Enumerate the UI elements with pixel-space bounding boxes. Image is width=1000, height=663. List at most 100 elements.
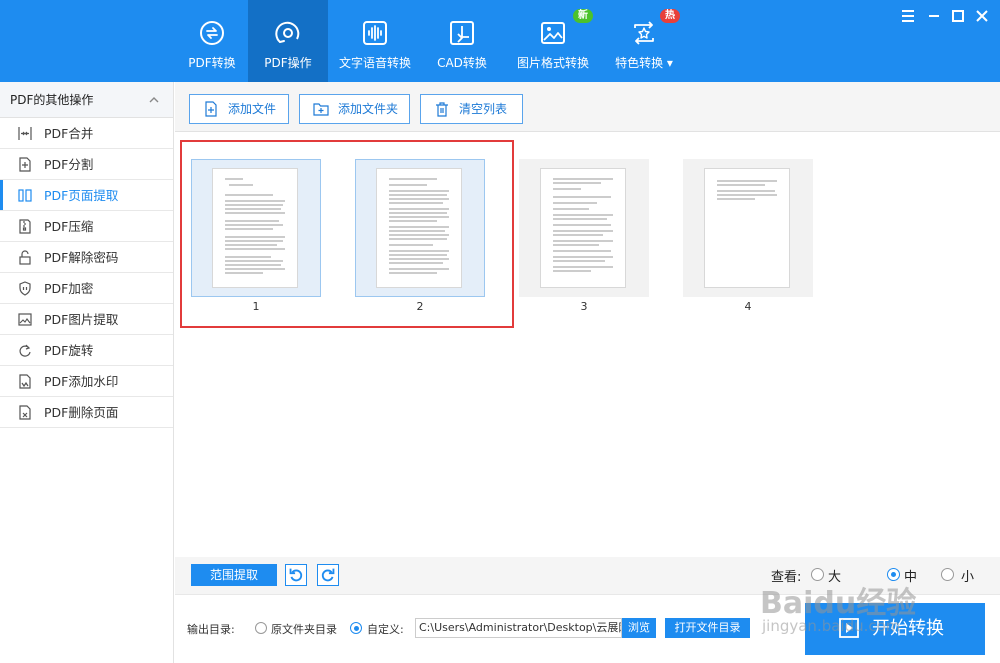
audio-wave-icon	[363, 21, 387, 45]
caret-down-icon: ▾	[666, 56, 673, 70]
unlock-icon	[19, 250, 31, 265]
compress-icon	[19, 219, 31, 234]
hot-badge: 热	[660, 9, 680, 23]
add-file-button[interactable]: 添加文件	[189, 94, 289, 124]
page-preview	[540, 168, 626, 288]
view-medium-label: 中	[904, 570, 918, 585]
split-icon	[19, 157, 31, 172]
tab-text-speech[interactable]: 文字语音转换	[337, 0, 413, 82]
sidebar-item-pdf-delete-page[interactable]: PDF删除页面	[0, 397, 173, 428]
watermark-icon	[19, 374, 31, 389]
view-small-radio[interactable]	[941, 568, 954, 581]
sidebar-item-label: PDF页面提取	[44, 188, 119, 203]
sidebar-item-label: PDF旋转	[44, 343, 94, 358]
sidebar-header[interactable]: PDF的其他操作	[0, 82, 173, 118]
sidebar-item-pdf-encrypt[interactable]: PDF加密	[0, 273, 173, 304]
sidebar-item-label: PDF压缩	[44, 219, 94, 234]
image-extract-icon	[18, 313, 32, 326]
tab-pdf-operations[interactable]: PDF操作	[248, 0, 328, 82]
page-text-lines	[717, 180, 777, 200]
delete-page-icon	[19, 405, 31, 420]
source-folder-radio[interactable]	[255, 622, 267, 634]
merge-icon	[18, 127, 32, 140]
tab-label: 特色转换 ▾	[615, 56, 673, 70]
sidebar-item-label: PDF删除页面	[44, 405, 119, 420]
page-number: 4	[744, 300, 752, 313]
sidebar-item-label: PDF解除密码	[44, 250, 119, 265]
minimize-icon[interactable]	[924, 6, 944, 26]
page-actions-bar: 范围提取 查看: 大 中 小	[175, 557, 1000, 594]
gear-icon	[275, 21, 300, 43]
close-icon[interactable]	[972, 6, 992, 26]
sidebar-item-pdf-compress[interactable]: PDF压缩	[0, 211, 173, 242]
sidebar-item-pdf-unlock[interactable]: PDF解除密码	[0, 242, 173, 273]
sidebar-item-pdf-rotate[interactable]: PDF旋转	[0, 335, 173, 366]
add-file-icon	[205, 101, 217, 117]
sidebar-item-label: PDF合并	[44, 126, 94, 141]
sidebar-item-label: PDF图片提取	[44, 312, 119, 327]
view-medium-radio[interactable]	[887, 568, 900, 581]
browse-button[interactable]: 浏览	[622, 618, 656, 638]
custom-folder-label: 自定义:	[367, 623, 404, 636]
tab-label: 文字语音转换	[338, 56, 411, 70]
sidebar-item-pdf-split[interactable]: PDF分割	[0, 149, 173, 180]
view-large-radio[interactable]	[811, 568, 824, 581]
page-text-lines	[225, 178, 285, 274]
view-small-label: 小	[961, 570, 975, 585]
page-thumbnail-4[interactable]	[683, 159, 813, 297]
sidebar-item-pdf-image-extract[interactable]: PDF图片提取	[0, 304, 173, 335]
sidebar-item-label: PDF分割	[44, 157, 94, 172]
add-folder-icon	[313, 103, 329, 116]
chevron-up-icon[interactable]	[149, 95, 159, 105]
add-folder-button[interactable]: 添加文件夹	[299, 94, 410, 124]
new-badge: 新	[573, 9, 593, 23]
page-extract-icon	[18, 189, 32, 202]
view-size-label: 查看:	[771, 570, 802, 585]
sidebar-item-pdf-watermark[interactable]: PDF添加水印	[0, 366, 173, 397]
page-thumbnail-1[interactable]	[191, 159, 321, 297]
add-folder-label: 添加文件夹	[338, 102, 399, 116]
sidebar-item-pdf-page-extract[interactable]: PDF页面提取	[0, 180, 173, 211]
sidebar-item-pdf-merge[interactable]: PDF合并	[0, 118, 173, 149]
tab-label: PDF转换	[188, 56, 236, 70]
tab-label: CAD转换	[437, 56, 487, 70]
image-icon	[541, 22, 565, 44]
output-bar: 输出目录: 原文件夹目录 自定义: C:\Users\Administrator…	[175, 594, 1000, 663]
page-number: 2	[416, 300, 424, 313]
rotate-left-icon[interactable]	[285, 564, 307, 586]
page-preview	[376, 168, 462, 288]
page-thumbnail-3[interactable]	[519, 159, 649, 297]
start-convert-button[interactable]: 开始转换	[805, 603, 985, 655]
custom-folder-radio[interactable]	[350, 622, 362, 634]
rotate-right-icon[interactable]	[317, 564, 339, 586]
tab-cad-convert[interactable]: CAD转换	[422, 0, 502, 82]
page-thumbnail-2[interactable]	[355, 159, 485, 297]
sidebar-item-label: PDF加密	[44, 281, 94, 296]
file-toolbar: 添加文件 添加文件夹 清空列表	[175, 82, 1000, 132]
page-preview	[704, 168, 790, 288]
sidebar-item-label: PDF添加水印	[44, 374, 119, 389]
rotate-icon	[19, 344, 31, 357]
menu-icon[interactable]	[898, 6, 918, 26]
trash-icon	[436, 102, 448, 117]
cad-icon	[450, 21, 474, 45]
open-folder-button[interactable]: 打开文件目录	[665, 618, 750, 638]
start-convert-label: 开始转换	[872, 618, 944, 639]
tab-pdf-convert[interactable]: PDF转换	[172, 0, 252, 82]
page-preview	[212, 168, 298, 288]
clear-list-label: 清空列表	[459, 102, 508, 116]
add-file-label: 添加文件	[228, 102, 277, 116]
page-text-lines	[553, 178, 613, 272]
source-folder-label: 原文件夹目录	[271, 623, 337, 636]
maximize-icon[interactable]	[948, 6, 968, 26]
range-extract-button[interactable]: 范围提取	[191, 564, 277, 586]
output-path-field[interactable]: C:\Users\Administrator\Desktop\云展网\9	[415, 618, 622, 638]
swap-icon	[200, 21, 224, 45]
sidebar-header-label: PDF的其他操作	[10, 93, 94, 107]
page-number: 1	[252, 300, 260, 313]
sidebar: PDF的其他操作 PDF合并 PDF分割 PDF页面提取 PDF压缩 PDF解除…	[0, 82, 174, 663]
clear-list-button[interactable]: 清空列表	[420, 94, 523, 124]
view-large-label: 大	[828, 570, 842, 585]
play-icon	[839, 618, 859, 638]
tab-label: PDF操作	[264, 56, 312, 70]
